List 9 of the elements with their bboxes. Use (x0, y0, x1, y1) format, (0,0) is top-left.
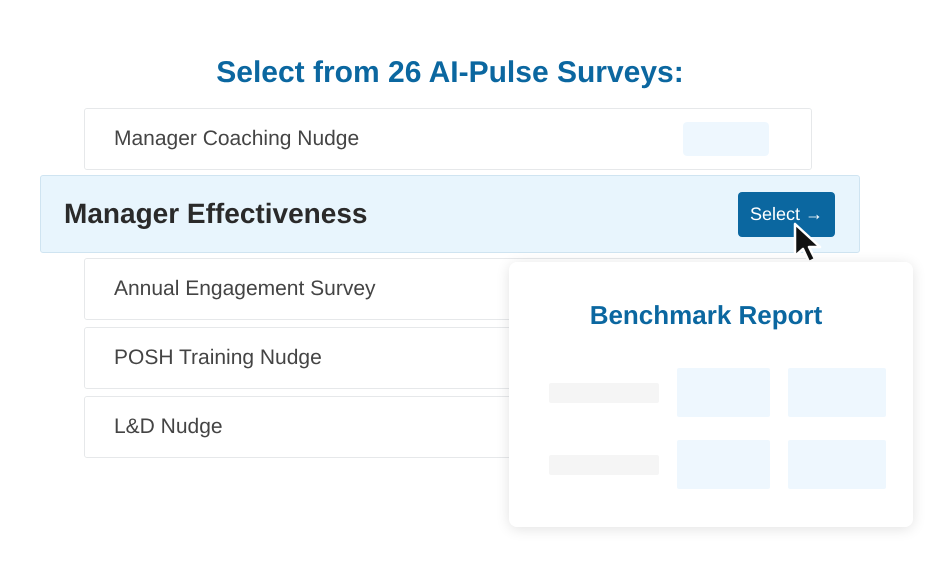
survey-row[interactable]: Manager Coaching Nudge (84, 108, 812, 170)
survey-row[interactable]: Manager Effectiveness Select → (40, 175, 860, 253)
survey-name: L&D Nudge (114, 415, 223, 439)
survey-name: Annual Engagement Survey (114, 277, 376, 301)
select-button[interactable]: Select → (738, 192, 835, 236)
survey-name: POSH Training Nudge (114, 346, 322, 370)
page-heading: Select from 26 AI-Pulse Surveys: (215, 55, 685, 91)
survey-name: Manager Effectiveness (64, 198, 368, 230)
survey-name: Manager Coaching Nudge (114, 127, 360, 151)
